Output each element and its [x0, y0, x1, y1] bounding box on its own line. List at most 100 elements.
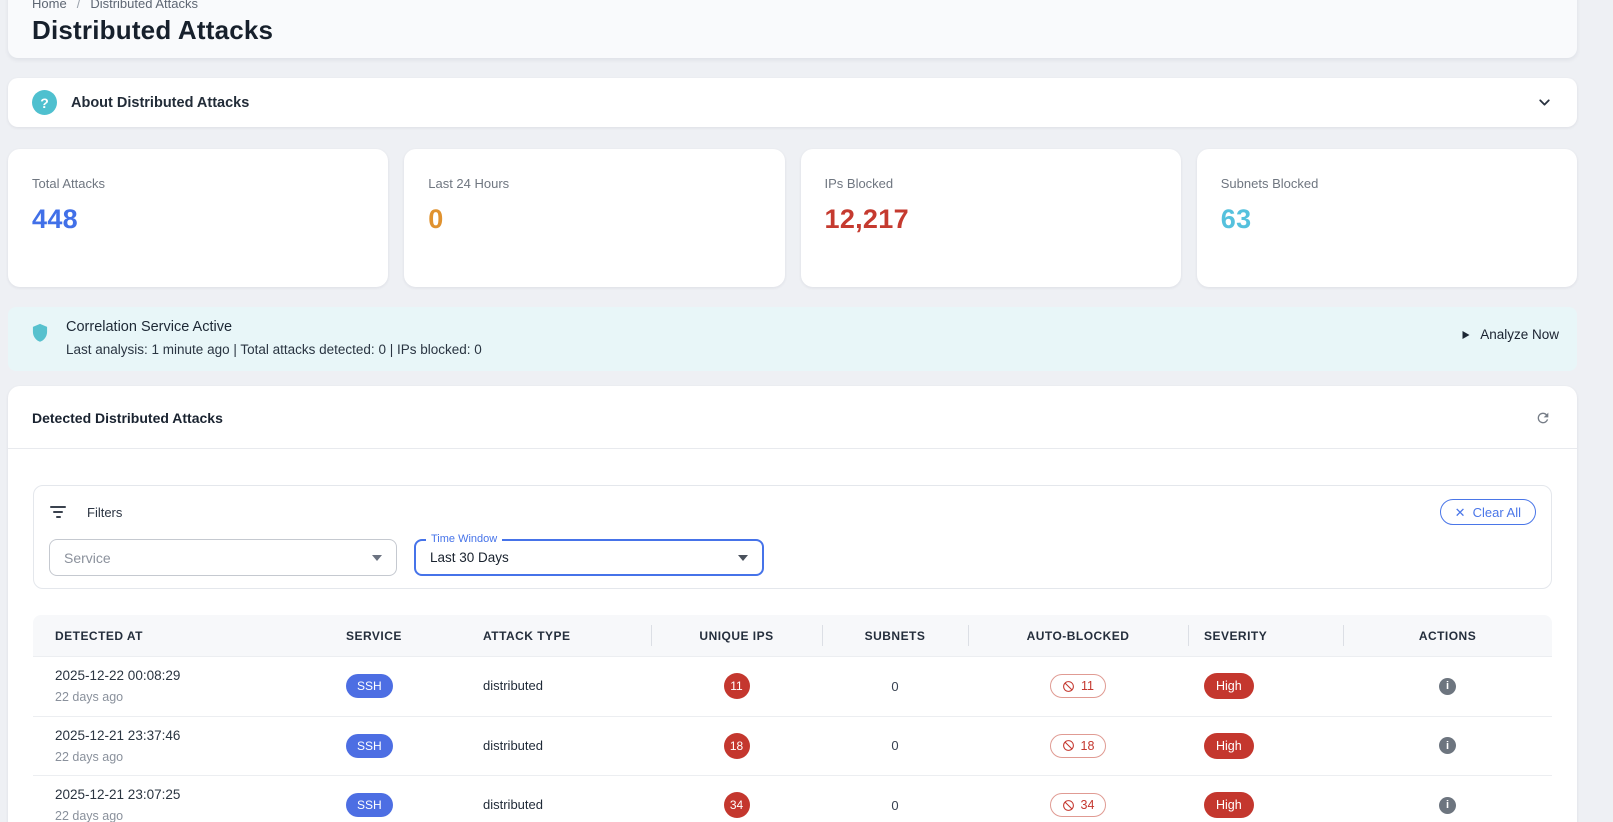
column-header-subnets: SUBNETS	[822, 615, 968, 656]
chevron-down-icon	[738, 554, 748, 561]
auto-blocked-cell: 34	[968, 793, 1188, 818]
subnets-cell: 0	[891, 678, 899, 694]
block-icon	[1063, 680, 1074, 692]
info-icon[interactable]: i	[1439, 737, 1456, 755]
detected-attacks-header: Detected Distributed Attacks	[8, 386, 1577, 449]
service-select[interactable]: Service	[49, 539, 397, 576]
service-badge: SSH	[346, 793, 393, 818]
auto-blocked-cell: 11	[968, 674, 1188, 699]
subnets-cell: 0	[891, 797, 899, 813]
attack-type-cell: distributed	[483, 797, 543, 813]
detected-attacks-body: Filters ✕ Clear All Service Time Window …	[8, 449, 1577, 822]
detected-at-cell: 2025-12-22 00:08:29 22 days ago	[33, 668, 330, 704]
stat-card-ips-blocked: IPs Blocked 12,217	[800, 149, 1181, 287]
filters-panel: Filters ✕ Clear All Service Time Window …	[33, 485, 1552, 589]
severity-badge: High	[1204, 732, 1254, 759]
info-icon[interactable]: i	[1439, 796, 1456, 814]
auto-blocked-badge: 18	[1049, 733, 1107, 758]
column-header-severity: SEVERITY	[1188, 615, 1343, 656]
table-row: 2025-12-21 23:37:46 22 days ago SSH dist…	[33, 715, 1552, 776]
breadcrumb-separator: /	[76, 0, 81, 11]
unique-ips-cell: 34	[651, 792, 822, 819]
stats-row: Total Attacks 448 Last 24 Hours 0 IPs Bl…	[8, 149, 1577, 287]
service-cell: SSH	[330, 793, 467, 818]
refresh-icon	[1537, 412, 1549, 424]
detected-attacks-card: Detected Distributed Attacks Filters ✕ C…	[8, 386, 1577, 822]
block-icon	[1062, 740, 1074, 752]
chevron-down-icon	[372, 554, 382, 561]
detected-attacks-title: Detected Distributed Attacks	[32, 410, 223, 426]
banner-title: Correlation Service Active	[66, 319, 233, 335]
time-window-select[interactable]: Time Window Last 30 Days	[414, 533, 764, 576]
attack-type-cell: distributed	[483, 678, 543, 694]
close-icon: ✕	[1454, 504, 1466, 520]
severity-badge: High	[1204, 792, 1254, 819]
actions-cell: i	[1343, 677, 1552, 695]
column-header-attack-type: ATTACK TYPE	[483, 628, 571, 643]
correlation-service-banner: Correlation Service Active Last analysis…	[8, 307, 1577, 371]
about-panel-toggle[interactable]: ? About Distributed Attacks	[8, 78, 1577, 127]
time-window-label: Time Window	[426, 533, 503, 545]
chevron-down-icon[interactable]	[1536, 94, 1553, 111]
column-header-unique-ips: UNIQUE IPS	[651, 615, 822, 656]
stat-value: 12,217	[824, 204, 909, 234]
unique-ips-cell: 11	[651, 673, 822, 700]
column-header-detected-at: DETECTED AT	[55, 628, 143, 643]
breadcrumb: Home / Distributed Attacks	[32, 0, 1553, 11]
block-icon	[1062, 799, 1074, 811]
column-header-auto-blocked: AUTO-BLOCKED	[968, 615, 1188, 656]
play-icon	[1462, 330, 1470, 339]
stat-label: Subnets Blocked	[1220, 176, 1319, 191]
service-cell: SSH	[330, 733, 467, 758]
table-row: 2025-12-22 00:08:29 22 days ago SSH dist…	[33, 656, 1552, 716]
breadcrumb-home-link[interactable]: Home	[32, 0, 67, 11]
attack-type-cell: distributed	[483, 737, 543, 753]
analyze-now-button[interactable]: Analyze Now	[1459, 327, 1559, 342]
severity-cell: High	[1188, 673, 1343, 700]
service-select-placeholder: Service	[64, 549, 111, 566]
table-row: 2025-12-21 23:07:25 22 days ago SSH dist…	[33, 775, 1552, 822]
unique-ips-badge: 11	[723, 673, 750, 700]
column-header-actions: ACTIONS	[1343, 615, 1552, 656]
stat-label: Last 24 Hours	[428, 176, 510, 191]
info-icon[interactable]: i	[1439, 677, 1456, 695]
actions-cell: i	[1343, 737, 1552, 755]
filters-label: Filters	[87, 504, 123, 520]
refresh-button[interactable]	[1533, 408, 1553, 428]
filter-icon	[49, 506, 67, 518]
banner-details: Last analysis: 1 minute ago | Total atta…	[66, 342, 482, 357]
page-header: Home / Distributed Attacks Distributed A…	[8, 0, 1577, 58]
about-label: About Distributed Attacks	[71, 94, 250, 111]
detected-at-value: 2025-12-22 00:08:29	[55, 668, 181, 684]
table-header-row: DETECTED AT SERVICE ATTACK TYPE UNIQUE I…	[33, 615, 1552, 656]
service-badge: SSH	[346, 733, 393, 758]
severity-cell: High	[1188, 732, 1343, 759]
unique-ips-badge: 18	[723, 732, 750, 759]
detected-at-cell: 2025-12-21 23:37:46 22 days ago	[33, 728, 330, 764]
relative-time: 22 days ago	[55, 809, 124, 822]
attacks-table: DETECTED AT SERVICE ATTACK TYPE UNIQUE I…	[33, 615, 1552, 822]
stat-card-total-attacks: Total Attacks 448	[8, 149, 389, 287]
shield-icon	[30, 322, 50, 344]
stat-value: 448	[32, 204, 78, 234]
stat-card-subnets-blocked: Subnets Blocked 63	[1196, 149, 1577, 287]
clear-all-button[interactable]: ✕ Clear All	[1439, 499, 1536, 525]
detected-at-value: 2025-12-21 23:37:46	[55, 727, 181, 743]
subnets-cell: 0	[891, 738, 899, 754]
stat-label: Total Attacks	[32, 176, 105, 191]
service-badge: SSH	[346, 674, 393, 699]
help-icon: ?	[32, 90, 57, 115]
stat-card-last-24-hours: Last 24 Hours 0	[404, 149, 785, 287]
time-window-value: Last 30 Days	[430, 550, 509, 565]
auto-blocked-cell: 18	[968, 733, 1188, 758]
column-header-service: SERVICE	[346, 628, 402, 643]
detected-at-value: 2025-12-21 23:07:25	[55, 787, 181, 803]
severity-cell: High	[1188, 792, 1343, 819]
detected-at-cell: 2025-12-21 23:07:25 22 days ago	[33, 787, 330, 822]
auto-blocked-badge: 11	[1050, 674, 1106, 699]
page-title: Distributed Attacks	[32, 15, 274, 45]
severity-badge: High	[1204, 673, 1254, 700]
stat-value: 0	[428, 204, 444, 234]
service-cell: SSH	[330, 674, 467, 699]
relative-time: 22 days ago	[55, 749, 124, 764]
